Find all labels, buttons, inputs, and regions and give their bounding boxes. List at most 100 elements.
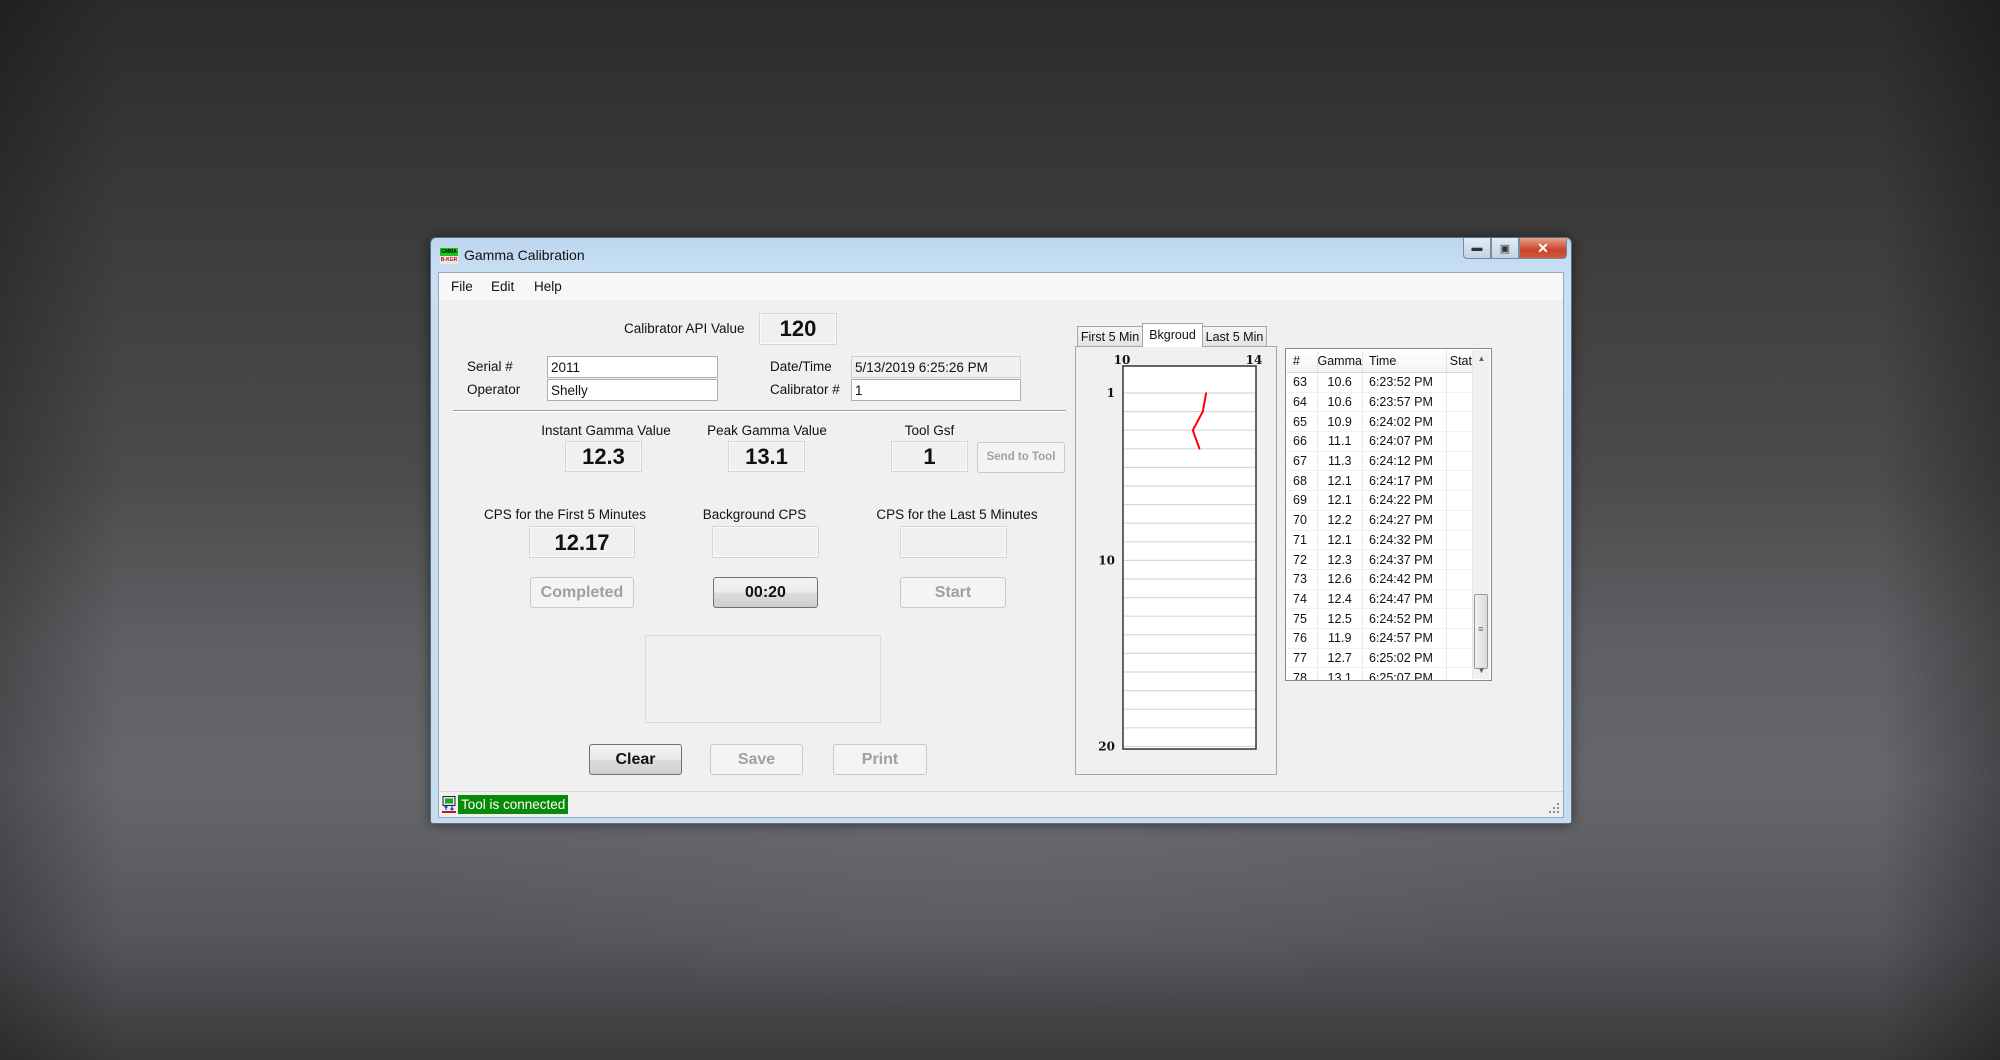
- send-to-tool-button[interactable]: Send to Tool: [977, 442, 1065, 473]
- data-point: [1198, 448, 1201, 450]
- close-icon: ✕: [1537, 239, 1549, 256]
- readings-table[interactable]: # Gamma Time Status 63 10.6 6:23:52 PM 64 10.6 6…: [1285, 348, 1492, 681]
- instant-gamma-label: Instant Gamma Value: [541, 423, 671, 438]
- scroll-thumb[interactable]: ≡: [1474, 594, 1488, 669]
- cell-time: 6:24:17 PM: [1362, 470, 1447, 492]
- cell-number: 74: [1287, 589, 1318, 610]
- y-tick-label: 20: [1098, 739, 1115, 753]
- tab-last-5-min[interactable]: Last 5 Min: [1202, 326, 1267, 347]
- table-row[interactable]: 77 12.7 6:25:02 PM: [1287, 648, 1489, 669]
- cps-first-label: CPS for the First 5 Minutes: [484, 507, 647, 522]
- cell-number: 67: [1287, 451, 1318, 472]
- cell-time: 6:23:57 PM: [1362, 392, 1447, 413]
- title-bar[interactable]: GMMA B-KGR Gamma Calibration ▬ ▣ ✕: [431, 238, 1571, 271]
- scroll-up-icon[interactable]: ▲: [1473, 350, 1490, 367]
- background-gamma-chart: 10 14 1 10 20: [1098, 353, 1263, 753]
- instant-gamma-value: 12.3: [565, 441, 642, 472]
- cell-number: 77: [1287, 648, 1318, 669]
- tool-gsf-label: Tool Gsf: [904, 423, 955, 438]
- tool-gsf-value: 1: [891, 441, 968, 472]
- cell-number: 78: [1287, 667, 1318, 680]
- cell-gamma: 11.9: [1317, 628, 1363, 649]
- tab-bkgroud[interactable]: Bkgroud: [1142, 323, 1203, 347]
- close-button[interactable]: ✕: [1519, 238, 1567, 259]
- menu-edit[interactable]: Edit: [491, 279, 514, 294]
- minimize-icon: ▬: [1471, 242, 1483, 254]
- table-row[interactable]: 76 11.9 6:24:57 PM: [1287, 628, 1489, 649]
- tab-first-5-min[interactable]: First 5 Min: [1077, 326, 1143, 347]
- plot-area: [1122, 365, 1257, 750]
- table-row[interactable]: 71 12.1 6:24:32 PM: [1287, 530, 1489, 551]
- operator-label: Operator: [467, 382, 521, 397]
- table-header: # Gamma Time Status: [1287, 350, 1489, 373]
- gamma-app-icon[interactable]: GMMA B-KGR: [440, 248, 458, 264]
- cell-number: 75: [1287, 608, 1318, 629]
- x-tick-label-min: 10: [1114, 353, 1131, 367]
- readings-grid: # Gamma Time Status 63 10.6 6:23:52 PM 64 10.6 6…: [1287, 350, 1489, 680]
- table-row[interactable]: 72 12.3 6:24:37 PM: [1287, 549, 1489, 570]
- menu-help[interactable]: Help: [534, 279, 562, 294]
- data-point: [1205, 392, 1207, 394]
- cell-number: 64: [1287, 392, 1318, 413]
- first-5-min-completed-button[interactable]: Completed: [530, 577, 634, 608]
- cell-gamma: 12.1: [1317, 530, 1363, 551]
- menu-bar: File Edit Help: [439, 273, 1563, 300]
- cell-time: 6:24:52 PM: [1362, 608, 1447, 629]
- data-point: [1202, 410, 1204, 413]
- table-row[interactable]: 68 12.1 6:24:17 PM: [1287, 470, 1489, 492]
- maximize-icon: ▣: [1499, 242, 1511, 255]
- table-row[interactable]: 64 10.6 6:23:57 PM: [1287, 392, 1489, 413]
- save-button[interactable]: Save: [710, 744, 803, 775]
- cell-time: 6:24:27 PM: [1362, 510, 1447, 531]
- table-row[interactable]: 73 12.6 6:24:42 PM: [1287, 569, 1489, 590]
- cell-gamma: 11.3: [1317, 451, 1363, 472]
- table-row[interactable]: 69 12.1 6:24:22 PM: [1287, 490, 1489, 511]
- background-cps-value: [712, 526, 819, 558]
- table-row[interactable]: 75 12.5 6:24:52 PM: [1287, 608, 1489, 629]
- serial-input[interactable]: 2011: [547, 356, 718, 378]
- peak-gamma-value: 13.1: [728, 441, 805, 472]
- clear-button[interactable]: Clear: [589, 744, 682, 775]
- table-row[interactable]: 66 11.1 6:24:07 PM: [1287, 431, 1489, 452]
- resize-grip-icon[interactable]: [1548, 802, 1560, 814]
- column-header-gamma[interactable]: Gamma: [1317, 350, 1363, 373]
- vertical-scrollbar[interactable]: ▲ ≡ ▼: [1472, 350, 1490, 679]
- cell-gamma: 12.2: [1317, 510, 1363, 531]
- chart-tab-panel: 10 14 1 10 20: [1075, 346, 1277, 775]
- column-header-number[interactable]: #: [1287, 350, 1318, 373]
- cell-number: 73: [1287, 569, 1318, 590]
- scroll-down-icon[interactable]: ▼: [1473, 662, 1490, 679]
- table-row[interactable]: 65 10.9 6:24:02 PM: [1287, 411, 1489, 433]
- menu-file[interactable]: File: [451, 279, 473, 294]
- cps-last-value: [900, 526, 1007, 558]
- operator-input[interactable]: Shelly: [547, 379, 718, 401]
- cell-time: 6:24:32 PM: [1362, 530, 1447, 551]
- table-row[interactable]: 63 10.6 6:23:52 PM: [1287, 372, 1489, 393]
- last-5-min-start-button[interactable]: Start: [900, 577, 1006, 608]
- cell-gamma: 10.6: [1317, 372, 1363, 393]
- table-row[interactable]: 74 12.4 6:24:47 PM: [1287, 589, 1489, 610]
- cell-number: 70: [1287, 510, 1318, 531]
- message-box: [645, 635, 881, 723]
- cell-time: 6:24:22 PM: [1362, 490, 1447, 511]
- maximize-button[interactable]: ▣: [1491, 238, 1519, 259]
- caption-buttons: ▬ ▣ ✕: [1463, 238, 1567, 259]
- minimize-button[interactable]: ▬: [1463, 238, 1491, 259]
- datetime-field: 5/13/2019 6:25:26 PM: [851, 356, 1021, 378]
- cell-number: 63: [1287, 372, 1318, 393]
- column-header-time[interactable]: Time: [1362, 350, 1447, 373]
- x-tick-label-max: 14: [1246, 353, 1263, 367]
- background-timer-button[interactable]: 00:20: [713, 577, 818, 608]
- table-row[interactable]: 70 12.2 6:24:27 PM: [1287, 510, 1489, 531]
- gamma-calibration-window: GMMA B-KGR Gamma Calibration ▬ ▣ ✕ File …: [430, 237, 1572, 824]
- calibrator-number-label: Calibrator #: [770, 382, 840, 397]
- table-row[interactable]: 78 13.1 6:25:07 PM: [1287, 667, 1489, 680]
- client-area: File Edit Help Calibrator API Value 120 …: [438, 272, 1564, 818]
- background-shade-right: [1880, 0, 2000, 1060]
- table-row[interactable]: 67 11.3 6:24:12 PM: [1287, 451, 1489, 472]
- cell-gamma: 10.6: [1317, 392, 1363, 413]
- calibrator-number-input[interactable]: 1: [851, 379, 1021, 401]
- print-button[interactable]: Print: [833, 744, 927, 775]
- cell-number: 71: [1287, 530, 1318, 551]
- cell-gamma: 11.1: [1317, 431, 1363, 452]
